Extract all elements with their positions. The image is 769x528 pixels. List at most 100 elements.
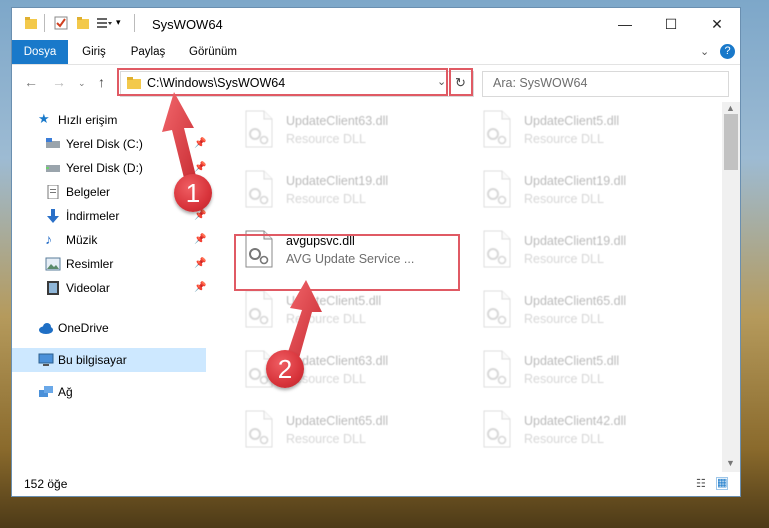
- refresh-highlight: [449, 68, 473, 96]
- file-description: Resource DLL: [286, 192, 366, 206]
- dll-file-icon: [245, 290, 273, 328]
- nav-item-downloads[interactable]: İndirmeler 📌: [12, 204, 206, 228]
- file-description: Resource DLL: [524, 132, 604, 146]
- tab-share[interactable]: Paylaş: [124, 40, 172, 64]
- customize-toolbar-icon[interactable]: [96, 16, 112, 30]
- computer-icon: [38, 353, 54, 366]
- file-item[interactable]: UpdateClient65.dll Resource DLL: [470, 284, 690, 338]
- dll-file-icon: [483, 230, 511, 268]
- file-item[interactable]: UpdateClient19.dll Resource DLL: [470, 164, 690, 218]
- item-count: 152 öğe: [24, 477, 68, 491]
- up-arrow-icon[interactable]: ↑: [98, 74, 105, 90]
- file-description: Resource DLL: [524, 372, 604, 386]
- documents-icon: [47, 185, 59, 199]
- pin-icon[interactable]: 📌: [194, 162, 206, 173]
- nav-item-pictures[interactable]: Resimler 📌: [12, 252, 206, 276]
- pin-icon[interactable]: 📌: [194, 282, 206, 293]
- tab-file[interactable]: Dosya: [12, 40, 68, 64]
- file-name: UpdateClient19.dll: [524, 174, 627, 188]
- videos-icon: [47, 281, 59, 295]
- scroll-thumb[interactable]: [724, 114, 738, 170]
- file-name: UpdateClient19.dll: [286, 174, 389, 188]
- pin-icon[interactable]: 📌: [194, 234, 206, 245]
- dll-file-icon: [483, 410, 511, 448]
- folder-icon[interactable]: [24, 16, 38, 30]
- dll-file-icon: [245, 410, 273, 448]
- forward-arrow-icon[interactable]: →: [52, 74, 66, 90]
- file-item[interactable]: UpdateClient63.dll Resource DLL: [232, 104, 452, 158]
- file-description: Resource DLL: [524, 192, 604, 206]
- nav-item-drive-d[interactable]: Yerel Disk (D:) 📌: [12, 156, 206, 180]
- nav-this-pc[interactable]: Bu bilgisayar: [12, 348, 206, 372]
- star-icon: ★: [38, 111, 50, 126]
- file-item[interactable]: UpdateClient42.dll Resource DLL: [470, 404, 690, 458]
- file-name: UpdateClient5.dll: [524, 114, 620, 128]
- file-name: UpdateClient5.dll: [524, 354, 620, 368]
- file-description: Resource DLL: [524, 312, 604, 326]
- drive-icon: [46, 138, 60, 148]
- back-arrow-icon[interactable]: ←: [24, 74, 38, 90]
- file-item[interactable]: UpdateClient5.dll Resource DLL: [470, 104, 690, 158]
- file-item[interactable]: UpdateClient19.dll Resource DLL: [470, 224, 690, 278]
- scroll-up-icon[interactable]: ▲: [726, 103, 735, 113]
- music-icon: ♪: [45, 231, 52, 247]
- properties-icon[interactable]: [54, 16, 68, 30]
- maximize-button[interactable]: ☐: [648, 8, 694, 40]
- tab-view[interactable]: Görünüm: [182, 40, 244, 64]
- highlighted-file-outline: [234, 234, 460, 291]
- file-name: UpdateClient65.dll: [524, 294, 627, 308]
- explorer-window: ▾ SysWOW64 — ☐ ✕ Dosya Giriş Paylaş Görü…: [12, 8, 740, 496]
- drive-icon: [46, 165, 60, 172]
- new-folder-icon[interactable]: [76, 16, 90, 30]
- file-description: Resource DLL: [524, 252, 604, 266]
- file-item[interactable]: UpdateClient65.dll Resource DLL: [232, 404, 452, 458]
- download-icon: [47, 209, 59, 223]
- file-description: Resource DLL: [286, 312, 366, 326]
- pin-icon[interactable]: 📌: [194, 138, 206, 149]
- status-bar: 152 öğe ☷ ▦: [12, 472, 740, 496]
- large-icons-view-icon[interactable]: ▦: [716, 477, 729, 490]
- title-bar: ▾ SysWOW64 — ☐ ✕: [12, 8, 740, 40]
- file-description: Resource DLL: [286, 132, 366, 146]
- cloud-icon: [39, 323, 53, 334]
- file-item[interactable]: UpdateClient19.dll Resource DLL: [232, 164, 452, 218]
- dll-file-icon: [483, 170, 511, 208]
- step-1-badge: 1: [174, 174, 212, 212]
- nav-onedrive[interactable]: OneDrive: [12, 316, 206, 340]
- nav-item-videos[interactable]: Videolar 📌: [12, 276, 206, 300]
- search-input[interactable]: Ara: SysWOW64: [493, 76, 587, 90]
- search-box[interactable]: Ara: SysWOW64: [482, 71, 729, 97]
- qa-dropdown-icon[interactable]: ▾: [116, 17, 121, 28]
- chevron-down-icon[interactable]: ⌄: [700, 45, 709, 58]
- nav-item-drive-c[interactable]: Yerel Disk (C:) 📌: [12, 132, 206, 156]
- close-button[interactable]: ✕: [694, 8, 740, 40]
- pin-icon[interactable]: 📌: [194, 258, 206, 269]
- dll-file-icon: [245, 170, 273, 208]
- nav-network[interactable]: Ağ: [12, 380, 206, 404]
- address-highlight: [117, 68, 448, 96]
- scroll-down-icon[interactable]: ▼: [726, 458, 735, 468]
- network-icon: [39, 386, 53, 397]
- file-item[interactable]: UpdateClient63.dll Resource DLL: [232, 344, 452, 398]
- vertical-scrollbar[interactable]: ▲ ▼: [722, 102, 740, 472]
- minimize-button[interactable]: —: [602, 8, 648, 40]
- details-view-icon[interactable]: ☷: [696, 477, 706, 490]
- window-title: SysWOW64: [152, 17, 223, 32]
- file-name: UpdateClient65.dll: [286, 414, 389, 428]
- file-name: UpdateClient19.dll: [524, 234, 627, 248]
- file-name: UpdateClient5.dll: [286, 294, 382, 308]
- navigation-pane: ★ Hızlı erişim Yerel Disk (C:) 📌 Yerel D…: [12, 102, 208, 472]
- nav-item-music[interactable]: ♪ Müzik 📌: [12, 228, 206, 252]
- address-row: ← → ⌄ ↑ C:\Windows\SysWOW64 ⌄ ↻ Ara: Sys…: [12, 65, 740, 101]
- help-icon[interactable]: ?: [720, 44, 735, 59]
- dll-file-icon: [483, 290, 511, 328]
- nav-quick-access[interactable]: ★ Hızlı erişim: [12, 108, 206, 132]
- file-item[interactable]: UpdateClient5.dll Resource DLL: [470, 344, 690, 398]
- file-description: Resource DLL: [286, 432, 366, 446]
- file-item[interactable]: UpdateClient5.dll Resource DLL: [232, 284, 452, 338]
- dll-file-icon: [483, 350, 511, 388]
- tab-home[interactable]: Giriş: [74, 40, 114, 64]
- dll-file-icon: [483, 110, 511, 148]
- recent-locations-icon[interactable]: ⌄: [78, 78, 86, 89]
- dll-file-icon: [245, 110, 273, 148]
